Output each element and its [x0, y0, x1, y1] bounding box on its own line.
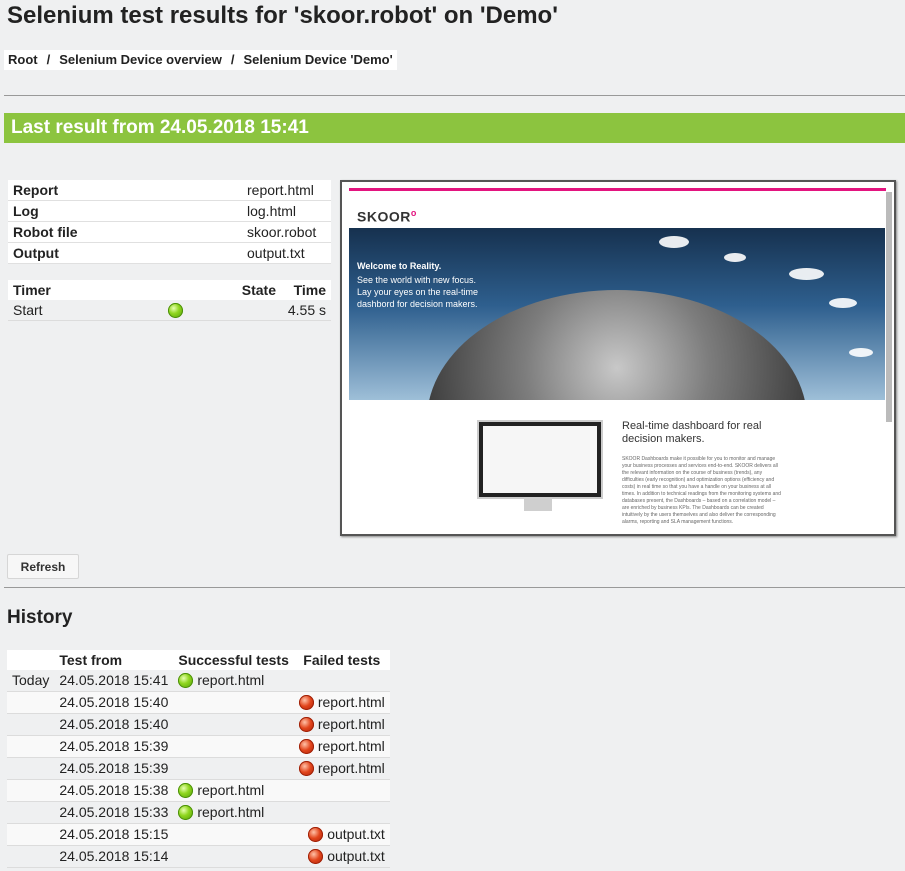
- day-header: [7, 650, 54, 670]
- monitor-image: [477, 420, 603, 499]
- status-ok-icon: [168, 303, 183, 318]
- failed-report-link[interactable]: report.html: [314, 738, 385, 754]
- history-row: 24.05.2018 15:40 report.html: [7, 713, 390, 736]
- breadcrumb-device-demo[interactable]: Selenium Device 'Demo': [243, 52, 392, 67]
- state-header: State: [241, 282, 276, 298]
- history-day: Today: [7, 670, 55, 692]
- history-row: 24.05.2018 15:40 report.html: [7, 691, 390, 714]
- file-link-log[interactable]: log.html: [242, 200, 331, 222]
- history-row: 24.05.2018 15:33 report.html: [7, 801, 390, 824]
- status-fail-icon: [298, 739, 314, 754]
- history-test-time: 24.05.2018 15:40: [54, 713, 174, 736]
- success-report-link[interactable]: report.html: [193, 804, 264, 820]
- history-row: 24.05.2018 15:39 report.html: [7, 735, 390, 758]
- file-row-output: Output output.txt: [8, 242, 331, 264]
- hero-image: Welcome to Reality. See the world with n…: [349, 228, 885, 400]
- file-link-report[interactable]: report.html: [242, 180, 331, 201]
- history-table: Test from Successful tests Failed tests …: [7, 650, 390, 868]
- time-header: Time: [293, 282, 326, 298]
- result-files-table: Report report.html Log log.html Robot file…: [8, 180, 331, 264]
- section-body: SKOOR Dashboards make it possible for yo…: [622, 456, 781, 525]
- file-label: Robot file: [8, 221, 242, 243]
- history-row: 24.05.2018 15:15 output.txt: [7, 823, 390, 846]
- breadcrumb-separator: /: [46, 52, 51, 67]
- hero-title: Welcome to Reality.: [357, 261, 442, 271]
- status-ok-icon: [178, 783, 194, 798]
- file-label: Output: [8, 242, 242, 264]
- breadcrumb-separator: /: [230, 52, 235, 67]
- file-link-robot[interactable]: skoor.robot: [242, 221, 331, 243]
- screenshot-thumbnail[interactable]: SKOORo Welcome to Reality. See the world…: [340, 180, 896, 536]
- history-title: History: [7, 607, 73, 628]
- history-test-time: 24.05.2018 15:38: [54, 779, 174, 802]
- success-report-link[interactable]: report.html: [193, 672, 264, 688]
- breadcrumb-root[interactable]: Root: [8, 52, 38, 67]
- history-day: [7, 845, 55, 868]
- history-row: 24.05.2018 15:39 report.html: [7, 757, 390, 780]
- history-row: 24.05.2018 15:38 report.html: [7, 779, 390, 802]
- history-test-time: 24.05.2018 15:39: [54, 735, 174, 758]
- failed-header: Failed tests: [303, 652, 381, 668]
- file-row-report: Report report.html: [8, 180, 331, 201]
- status-fail-icon: [298, 761, 314, 776]
- file-link-output[interactable]: output.txt: [242, 242, 331, 264]
- file-row-log: Log log.html: [8, 200, 331, 222]
- site-accent-bar: [349, 188, 886, 191]
- history-test-time: 24.05.2018 15:14: [54, 845, 174, 868]
- history-test-time: 24.05.2018 15:40: [54, 691, 174, 714]
- history-day: [7, 779, 55, 802]
- history-day: [7, 691, 55, 714]
- last-result-banner: Last result from 24.05.2018 15:41: [4, 113, 905, 143]
- status-fail-icon: [298, 695, 314, 710]
- history-day: [7, 757, 55, 780]
- history-day: [7, 801, 55, 824]
- divider: [4, 95, 905, 96]
- history-day: [7, 713, 55, 736]
- timer-table: Timer State Time Start 4.55 s: [8, 280, 331, 321]
- timer-row: Start 4.55 s: [8, 300, 331, 321]
- status-fail-icon: [298, 717, 314, 732]
- failed-report-link[interactable]: output.txt: [323, 848, 385, 864]
- history-day: [7, 823, 55, 846]
- status-fail-icon: [308, 849, 324, 864]
- success-report-link[interactable]: report.html: [193, 782, 264, 798]
- failed-report-link[interactable]: output.txt: [323, 826, 385, 842]
- history-day: [7, 735, 55, 758]
- breadcrumb: Root / Selenium Device overview / Selenium D…: [4, 50, 397, 70]
- history-test-time: 24.05.2018 15:33: [54, 801, 174, 824]
- hero-subtitle: See the world with new focus. Lay your e…: [357, 275, 479, 309]
- skoor-logo: SKOORo: [357, 208, 417, 225]
- status-ok-icon: [178, 805, 194, 820]
- file-label: Report: [8, 180, 242, 201]
- breadcrumb-device-overview[interactable]: Selenium Device overview: [59, 52, 222, 67]
- successful-header: Successful tests: [178, 652, 289, 668]
- test-from-header: Test from: [59, 652, 123, 668]
- refresh-button[interactable]: Refresh: [7, 554, 79, 579]
- timer-name: Start: [8, 300, 158, 321]
- timer-time: 4.55 s: [281, 300, 331, 321]
- page-title: Selenium test results for 'skoor.robot' …: [7, 2, 558, 29]
- status-fail-icon: [308, 827, 324, 842]
- section-title: Real-time dashboard for real decision ma…: [622, 420, 762, 445]
- file-label: Log: [8, 200, 242, 222]
- file-row-robot: Robot file skoor.robot: [8, 221, 331, 243]
- scrollbar: [886, 192, 892, 422]
- history-row: 24.05.2018 15:14 output.txt: [7, 845, 390, 868]
- history-test-time: 24.05.2018 15:39: [54, 757, 174, 780]
- failed-report-link[interactable]: report.html: [314, 760, 385, 776]
- timer-header: Timer: [13, 282, 51, 298]
- status-ok-icon: [178, 673, 194, 688]
- history-test-time: 24.05.2018 15:15: [54, 823, 174, 846]
- history-test-time: 24.05.2018 15:41: [54, 670, 174, 692]
- history-row: Today 24.05.2018 15:41 report.html: [7, 670, 390, 692]
- failed-report-link[interactable]: report.html: [314, 716, 385, 732]
- failed-report-link[interactable]: report.html: [314, 694, 385, 710]
- divider: [4, 587, 905, 588]
